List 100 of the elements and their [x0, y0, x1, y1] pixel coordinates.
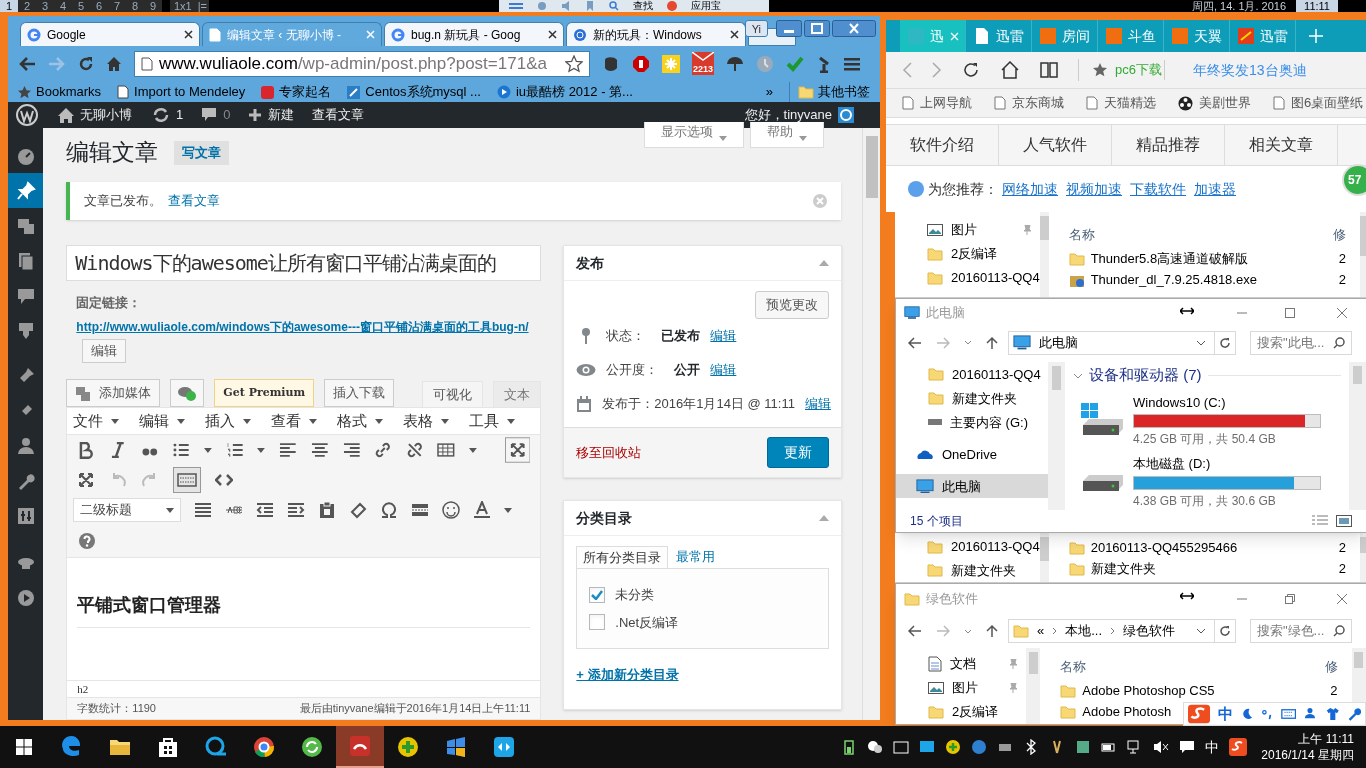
file-row[interactable]: Thunder_dl_7.9.25.4818.exe	[1068, 269, 1339, 290]
bookmark-item[interactable]: 京东商城	[994, 93, 1064, 113]
format-select[interactable]: 二级标题	[73, 498, 182, 522]
nav-pane-item[interactable]: 新建文件夹	[895, 558, 1040, 582]
menu-item[interactable]: 插入	[205, 409, 252, 433]
view-post-link[interactable]: 查看文章	[168, 191, 221, 211]
nav-pane-item[interactable]: 文档	[896, 652, 1026, 676]
element-path[interactable]: h2	[77, 683, 89, 695]
nav-tab[interactable]: 人气软件	[999, 125, 1112, 165]
workspace-tab[interactable]: 8	[126, 0, 144, 12]
search-field[interactable]: 搜索"绿色...	[1250, 619, 1352, 643]
workspace-tab[interactable]: 6	[90, 0, 108, 12]
edit-link[interactable]: 编辑	[710, 360, 737, 380]
menu-item[interactable]: 编辑	[139, 409, 186, 433]
category-tab[interactable]: 所有分类目录	[576, 546, 669, 568]
nav-pane-item[interactable]: OneDrive	[896, 442, 1048, 467]
update-button[interactable]: 更新	[767, 437, 830, 468]
workspace-tab[interactable]: 2	[18, 0, 36, 12]
layout-label[interactable]: 1x1	[170, 0, 196, 12]
menu-item[interactable]: 格式	[337, 409, 384, 433]
bookmark-item[interactable]: iu最酷榜 2012 - 第...	[496, 82, 633, 102]
column-header[interactable]: 名称	[1060, 657, 1087, 677]
screen-options-tab[interactable]: 帮助	[750, 122, 825, 148]
nav-tab[interactable]: 相关文章	[1225, 125, 1338, 165]
bookmark-item[interactable]: Centos系统mysql ...	[347, 82, 481, 102]
edit-permalink-button[interactable]: 编辑	[82, 339, 127, 363]
bookmark-item[interactable]: 专家起名	[261, 82, 332, 102]
add-new-button[interactable]: 写文章	[174, 141, 230, 165]
new-link[interactable]: 新建	[248, 105, 295, 125]
browser-tab[interactable]: 新的玩具：Windows	[566, 22, 746, 46]
view-post-link[interactable]: 查看文章	[312, 105, 365, 125]
drive-tile[interactable]: 本地磁盘 (D:) 4.38 GB 可用，共 30.6 GB	[1081, 454, 1349, 510]
browser-tab[interactable]: Google	[20, 22, 200, 46]
menu-item[interactable]: 查看	[271, 409, 318, 433]
trash-link[interactable]: 移至回收站	[576, 442, 642, 463]
nav-tab[interactable]: 软件介绍	[886, 125, 999, 165]
nav-pane-item[interactable]: 20160113-QQ4	[895, 266, 1040, 290]
group-header[interactable]: 设备和驱动器 (7)	[1089, 364, 1202, 387]
editor-content[interactable]: 平铺式窗口管理器	[67, 557, 541, 680]
drive-tile[interactable]: Windows10 (C:) 4.25 GB 可用，共 50.4 GB	[1081, 392, 1349, 449]
nav-pane-item[interactable]: 图片	[896, 676, 1026, 700]
add-media-button[interactable]: 添加媒体	[66, 379, 161, 407]
workspace-tab[interactable]: 3	[36, 0, 54, 12]
updates-link[interactable]: 1	[152, 105, 184, 125]
nav-pane-item[interactable]: 此电脑	[896, 474, 1048, 499]
toolbar-label[interactable]: 查找	[633, 0, 654, 12]
recommend-link[interactable]: 下载软件	[1130, 178, 1186, 200]
toolbar-label[interactable]: 应用宝	[691, 0, 722, 12]
address-bar[interactable]: 此电脑	[1008, 330, 1236, 355]
search-field[interactable]: 搜索"此电...	[1250, 330, 1352, 355]
preview-button[interactable]: 预览更改	[755, 291, 830, 319]
category-tab[interactable]: 最常用	[670, 546, 722, 568]
nav-pane-item[interactable]: 20160113-QQ4	[896, 362, 1048, 387]
recommend-link[interactable]: 网络加速	[1002, 178, 1058, 200]
nav-pane-item[interactable]: 新建文件夹	[896, 386, 1048, 411]
nav-pane-item[interactable]: 图片	[895, 218, 1040, 242]
nav-pane-item[interactable]: 2反编译	[895, 242, 1040, 266]
bookmark-item[interactable]: 图6桌面壁纸	[1273, 93, 1364, 113]
breadcrumb[interactable]: 绿色软件	[1123, 621, 1176, 641]
menu-item[interactable]: 工具	[469, 409, 516, 433]
more-bookmarks-button[interactable]: »	[765, 82, 773, 102]
workspace-tab[interactable]: 1	[0, 0, 18, 12]
workspace-tab[interactable]: 9	[144, 0, 162, 12]
recommend-link[interactable]: 视频加速	[1066, 178, 1122, 200]
column-header[interactable]: 修	[1324, 657, 1338, 677]
profile-button[interactable]: Yi	[744, 20, 768, 37]
bookmark-item[interactable]: 上网导航	[902, 93, 972, 113]
bookmark-item[interactable]: Import to Mendeley	[117, 82, 246, 102]
menu-item[interactable]: 表格	[403, 409, 450, 433]
workspace-tab[interactable]: 4	[54, 0, 72, 12]
menu-item[interactable]: 文件	[73, 409, 120, 433]
ime-mode-button[interactable]: 中	[1218, 702, 1234, 726]
breadcrumb[interactable]: 本地...	[1065, 621, 1103, 641]
address-bar[interactable]: www.wuliaole.com/wp-admin/post.php?post=171&a	[134, 51, 590, 77]
screen-options-tab[interactable]: 显示选项	[644, 122, 745, 148]
insert-download-button[interactable]: 插入下载	[324, 379, 395, 407]
site-link[interactable]: 无聊小博	[58, 105, 132, 125]
clock[interactable]: 上午 11:11 2016/1/14 星期四	[1261, 731, 1354, 763]
comments-link[interactable]: 0	[201, 105, 231, 125]
edit-link[interactable]: 编辑	[710, 326, 737, 346]
workspace-tab[interactable]: 5	[72, 0, 90, 12]
breadcrumb[interactable]: «	[1037, 621, 1045, 641]
bookmark-folder[interactable]: 其他书签	[789, 82, 870, 102]
file-row[interactable]: Adobe Photoshop CS5	[1060, 680, 1331, 701]
bookmark-item[interactable]: 天猫精选	[1086, 93, 1156, 113]
edit-link[interactable]: 编辑	[804, 394, 831, 414]
browser-tab[interactable]: bug.n 新玩具 - Goog	[384, 22, 564, 46]
column-header[interactable]: 名称	[1068, 225, 1095, 245]
column-header[interactable]: 修	[1332, 225, 1346, 245]
file-row[interactable]: Thunder5.8高速通道破解版	[1068, 248, 1339, 269]
title-field[interactable]: Windows下的awesome让所有窗口平铺沾满桌面的	[66, 245, 542, 281]
account-link[interactable]: 您好，tinyvane	[744, 105, 854, 125]
file-row[interactable]: 新建文件夹	[1068, 558, 1339, 579]
nav-pane-item[interactable]: 20160113-QQ4	[895, 535, 1040, 559]
nav-tab[interactable]: 精品推荐	[1112, 125, 1225, 165]
breadcrumb[interactable]: 此电脑	[1039, 332, 1078, 353]
file-row[interactable]: 20160113-QQ455295466	[1068, 537, 1339, 558]
permalink-url[interactable]: http://www.wuliaole.com/windows下的awesome---窗口平铺沾满桌面的工具bug-n/	[76, 315, 529, 339]
address-bar[interactable]: « 本地... 绿色软件	[1008, 619, 1236, 643]
editor-tab[interactable]: 可视化	[422, 381, 484, 407]
